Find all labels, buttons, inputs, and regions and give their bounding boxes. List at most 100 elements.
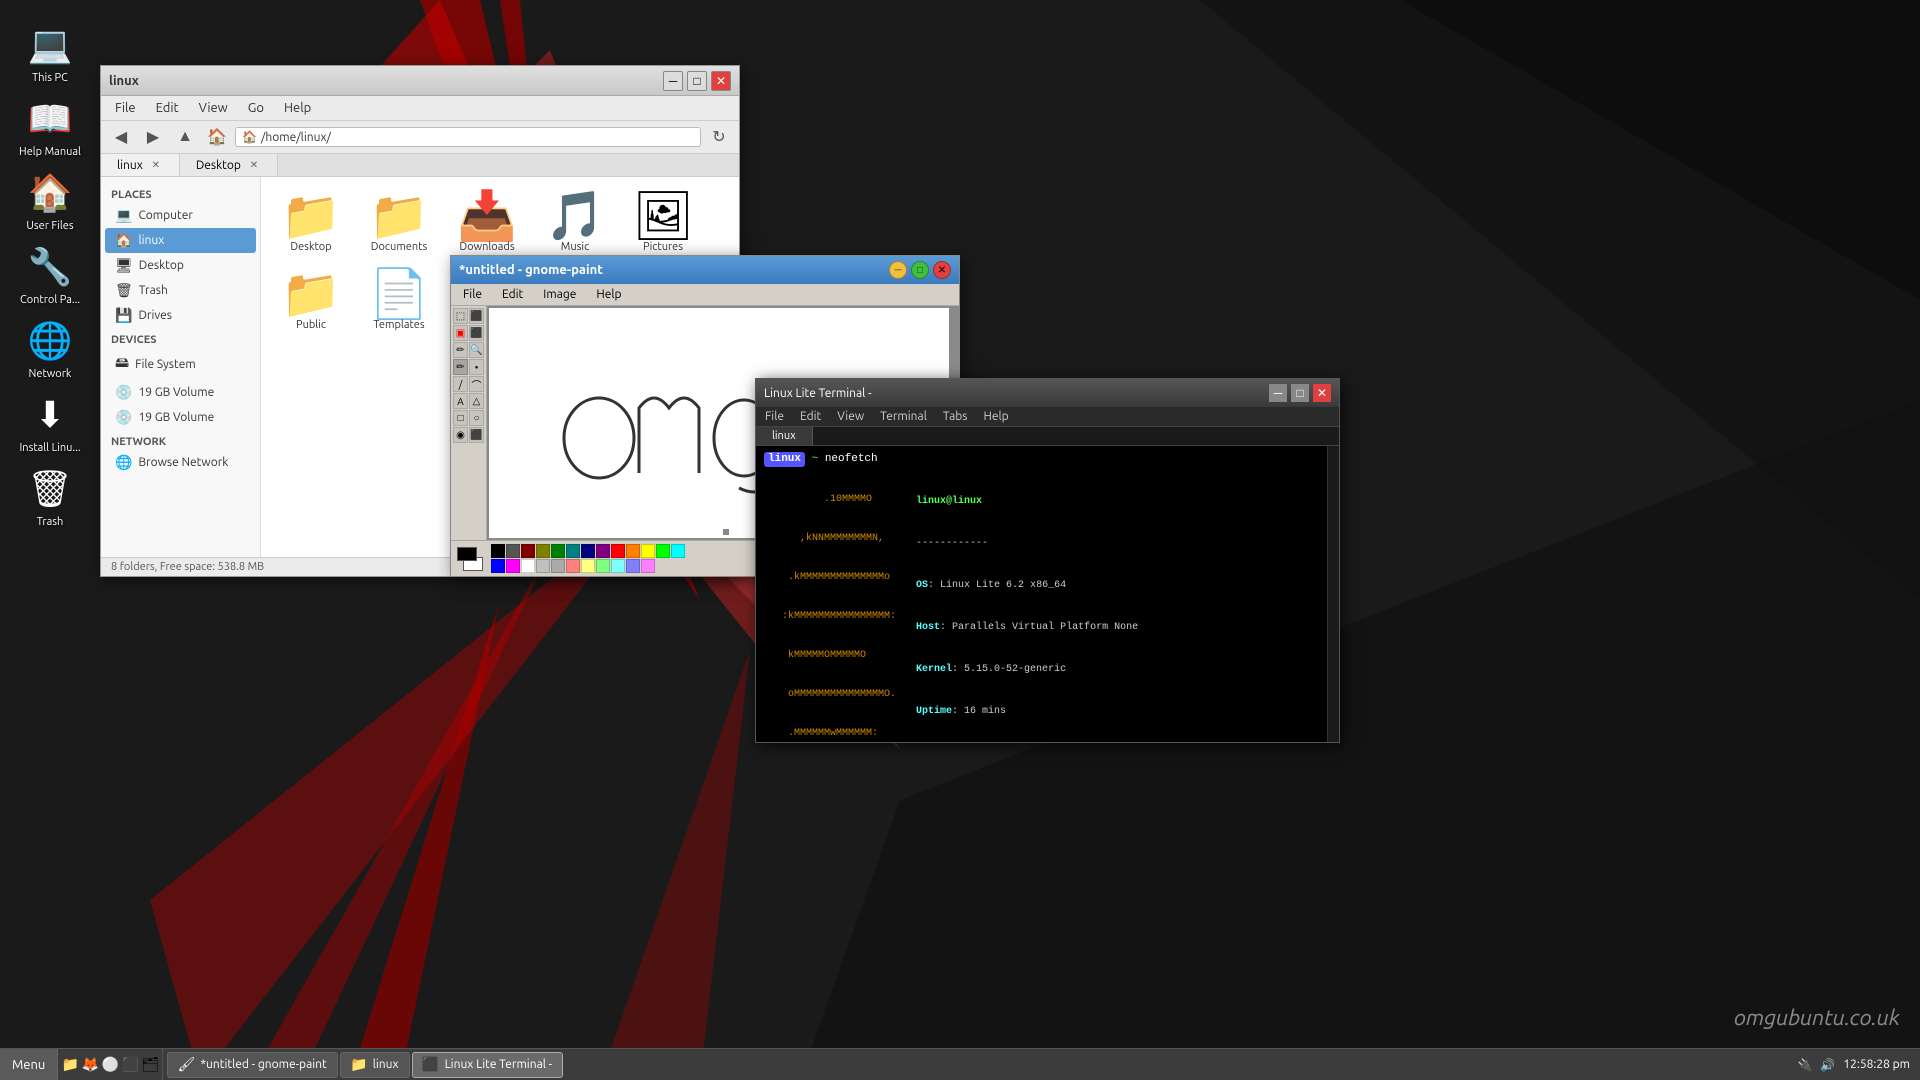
sidebar-item-vol1[interactable]: 💿 19 GB Volume [105,380,256,405]
quicklaunch-chromium-icon[interactable]: ⚪ [102,1057,118,1073]
paint-tool-rect-shape[interactable]: □ [453,410,468,426]
palette-light-yellow[interactable] [581,559,595,573]
paint-tool-select-rect[interactable]: ⬚ [453,308,468,324]
folder-downloads[interactable]: 📥 Downloads [447,187,527,257]
paint-tool-airbrush[interactable]: • [469,359,484,375]
desktop-icon-help-manual[interactable]: 📖 Help Manual [10,94,90,158]
taskbar-start-button[interactable]: Menu [0,1049,58,1080]
term-menu-file[interactable]: File [757,408,792,425]
palette-black[interactable] [491,544,505,558]
terminal-maximize-btn[interactable]: □ [1291,384,1309,402]
fm-menu-edit[interactable]: Edit [146,98,189,118]
sidebar-item-linux[interactable]: 🏠 linux [105,228,256,253]
folder-documents[interactable]: 📁 Documents [359,187,439,257]
terminal-scrollbar[interactable] [1327,446,1339,742]
paint-close-btn[interactable]: ✕ [933,261,951,279]
palette-gray[interactable] [551,559,565,573]
filemanager-minimize-btn[interactable]: ─ [663,71,683,91]
palette-red[interactable] [611,544,625,558]
sidebar-item-filesystem[interactable]: 🖴 File System [105,348,256,380]
paint-tool-eraser[interactable]: ▣ [453,325,468,341]
terminal-content[interactable]: linux ~ neofetch .10MMMMO ,kNNMMMMMMMMN,… [756,446,1327,742]
fm-menu-help[interactable]: Help [274,98,321,118]
tab-desktop-close[interactable]: ✕ [247,158,261,172]
paint-tool-line[interactable]: / [453,376,468,392]
folder-music[interactable]: 🎵 Music [535,187,615,257]
sidebar-item-computer[interactable]: 💻 Computer [105,203,256,228]
paint-menu-help[interactable]: Help [586,286,631,303]
palette-orange[interactable] [626,544,640,558]
taskbar-item-paint[interactable]: 🖌 *untitled - gnome-paint [167,1052,337,1078]
terminal-tab-linux[interactable]: linux [756,427,813,445]
terminal-minimize-btn[interactable]: ─ [1269,384,1287,402]
folder-pictures[interactable]: 🖼 Pictures [623,187,703,257]
paint-tool-curve[interactable]: ⌒ [469,376,484,392]
sidebar-item-browse-network[interactable]: 🌐 Browse Network [105,450,256,475]
palette-white[interactable] [521,559,535,573]
paint-tool-select-free[interactable]: ⬛ [469,308,484,324]
reload-btn[interactable]: ↻ [705,124,733,150]
palette-dark-blue[interactable] [581,544,595,558]
taskbar-network-icon[interactable]: 🔌 [1797,1058,1812,1072]
taskbar-volume-icon[interactable]: 🔊 [1820,1058,1835,1072]
foreground-color[interactable] [457,547,477,561]
palette-light-cyan[interactable] [611,559,625,573]
nav-home-btn[interactable]: 🏠 [203,124,231,150]
sidebar-item-desktop[interactable]: 🖥 Desktop [105,253,256,278]
terminal-close-btn[interactable]: ✕ [1313,384,1331,402]
desktop-icon-trash[interactable]: 🗑 Trash [10,464,90,528]
palette-blue[interactable] [491,559,505,573]
desktop-icon-user-files[interactable]: 🏠 User Files [10,168,90,232]
quicklaunch-filemanager-icon[interactable]: 🗂 [142,1057,158,1073]
folder-desktop[interactable]: 📁 Desktop [271,187,351,257]
fm-menu-file[interactable]: File [105,98,146,118]
term-menu-help[interactable]: Help [975,408,1016,425]
location-bar[interactable]: 🏠 /home/linux/ [235,127,701,147]
palette-light-blue[interactable] [626,559,640,573]
folder-public[interactable]: 📁 Public [271,265,351,335]
quicklaunch-files-icon[interactable]: 📁 [62,1057,78,1073]
tab-desktop[interactable]: Desktop ✕ [180,154,278,176]
desktop-icon-network[interactable]: 🌐 Network [10,316,90,380]
nav-back-btn[interactable]: ◀ [107,124,135,150]
palette-dark-cyan[interactable] [566,544,580,558]
palette-light-green[interactable] [596,559,610,573]
paint-menu-edit[interactable]: Edit [492,286,533,303]
palette-yellow[interactable] [641,544,655,558]
folder-templates[interactable]: 📄 Templates [359,265,439,335]
paint-menu-file[interactable]: File [453,286,492,303]
palette-dark-red[interactable] [521,544,535,558]
sidebar-item-trash[interactable]: 🗑 Trash [105,278,256,303]
paint-minimize-btn[interactable]: ─ [889,261,907,279]
quicklaunch-firefox-icon[interactable]: 🦊 [82,1057,98,1073]
palette-dark-yellow[interactable] [536,544,550,558]
term-menu-terminal[interactable]: Terminal [872,408,935,425]
paint-tool-brush[interactable]: ✏ [453,359,468,375]
paint-tool-text[interactable]: A [453,393,468,409]
palette-cyan[interactable] [671,544,685,558]
palette-light-gray[interactable] [536,559,550,573]
desktop-icon-this-pc[interactable]: 💻 This PC [10,20,90,84]
filemanager-close-btn[interactable]: ✕ [711,71,731,91]
palette-dark-purple[interactable] [596,544,610,558]
palette-magenta[interactable] [506,559,520,573]
tab-linux[interactable]: linux ✕ [101,154,180,176]
palette-dark-gray[interactable] [506,544,520,558]
nav-up-btn[interactable]: ▲ [171,124,199,150]
fm-menu-go[interactable]: Go [238,98,274,118]
palette-dark-green[interactable] [551,544,565,558]
paint-tool-eye[interactable]: ◉ [453,427,468,443]
paint-tool-fill[interactable]: ⬛ [469,325,484,341]
tab-linux-close[interactable]: ✕ [149,158,163,172]
paint-menu-image[interactable]: Image [533,286,586,303]
paint-tool-misc[interactable]: ⬛ [469,427,484,443]
nav-forward-btn[interactable]: ▶ [139,124,167,150]
sidebar-item-drives[interactable]: 💾 Drives [105,303,256,328]
term-menu-edit[interactable]: Edit [792,408,829,425]
term-menu-view[interactable]: View [829,408,872,425]
term-menu-tabs[interactable]: Tabs [935,408,976,425]
desktop-icon-install-linux[interactable]: ⬇ Install Linu... [10,390,90,454]
quicklaunch-terminal-icon[interactable]: ⬛ [122,1057,138,1073]
desktop-icon-control-panel[interactable]: 🔧 Control Pa... [10,242,90,306]
paint-tool-pencil[interactable]: ✏ [453,342,468,358]
